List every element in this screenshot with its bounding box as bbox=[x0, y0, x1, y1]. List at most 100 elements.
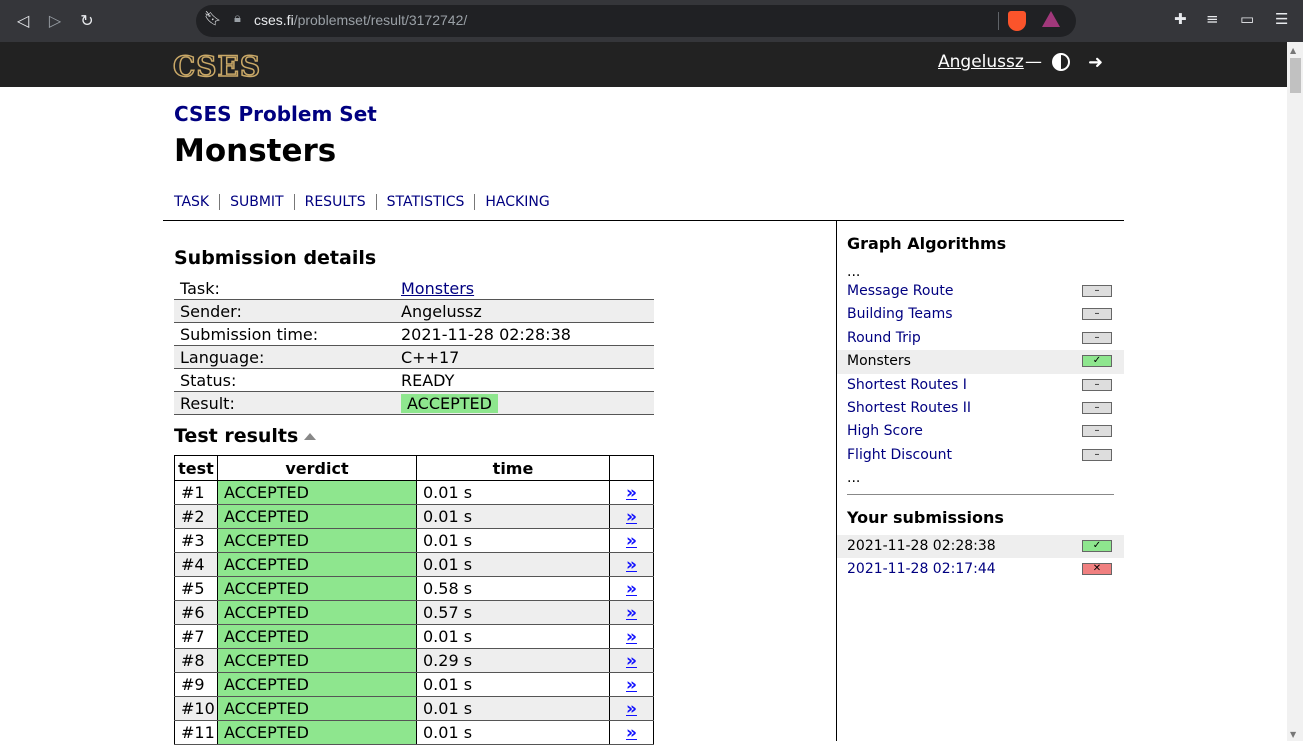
tab-statistics[interactable]: STATISTICS bbox=[387, 194, 465, 210]
chevron-right-icon[interactable]: » bbox=[626, 627, 637, 647]
submission-item[interactable]: 2021-11-28 02:17:44 ✕ bbox=[837, 558, 1124, 581]
media-icon[interactable]: ≡ bbox=[1206, 10, 1219, 28]
submission-link[interactable]: 2021-11-28 02:17:44 bbox=[847, 561, 996, 577]
chevron-right-icon[interactable]: » bbox=[626, 723, 637, 743]
scrollbar[interactable] bbox=[1287, 42, 1303, 741]
table-row: #2 ACCEPTED 0.01 s » bbox=[174, 504, 654, 529]
sidebar-problem-link[interactable]: Building Teams bbox=[847, 306, 953, 322]
test-verdict: ACCEPTED bbox=[217, 552, 417, 577]
sidebar-problem-item[interactable]: Shortest Routes II – bbox=[837, 397, 1124, 420]
test-time: 0.58 s bbox=[416, 576, 610, 601]
submission-link[interactable]: 2021-11-28 02:28:38 bbox=[847, 538, 996, 554]
address-bar[interactable]: 🔖︎ 🔒︎ cses.fi/problemset/result/3172742/ bbox=[196, 5, 1076, 37]
sidebar-problem-item[interactable]: Building Teams – bbox=[837, 303, 1124, 326]
tab-hacking[interactable]: HACKING bbox=[485, 194, 549, 210]
submission-item[interactable]: 2021-11-28 02:28:38 ✓ bbox=[837, 535, 1124, 559]
sidebar-problem-item[interactable]: Message Route – bbox=[837, 280, 1124, 303]
test-detail-link[interactable]: » bbox=[609, 624, 654, 649]
task-link[interactable]: Monsters bbox=[401, 279, 474, 298]
test-results-heading[interactable]: Test results bbox=[174, 425, 317, 447]
chevron-right-icon[interactable]: » bbox=[626, 699, 637, 719]
chevron-right-icon[interactable]: » bbox=[626, 579, 637, 599]
test-detail-link[interactable]: » bbox=[609, 696, 654, 721]
table-row: #4 ACCEPTED 0.01 s » bbox=[174, 552, 654, 577]
bookmark-icon[interactable]: 🔖︎ bbox=[204, 11, 222, 27]
chevron-right-icon[interactable]: » bbox=[626, 603, 637, 623]
sidebar-problem-link[interactable]: Round Trip bbox=[847, 330, 921, 346]
sidebar-problem-item[interactable]: Shortest Routes I – bbox=[837, 374, 1124, 397]
test-detail-link[interactable]: » bbox=[609, 600, 654, 625]
scroll-up-icon[interactable]: ▲ bbox=[1290, 46, 1296, 55]
tab-divider bbox=[219, 194, 221, 210]
collapse-arrow-icon[interactable] bbox=[304, 433, 317, 440]
chevron-right-icon[interactable]: » bbox=[626, 651, 637, 671]
test-detail-link[interactable]: » bbox=[609, 672, 654, 697]
sidebar-problem-item[interactable]: Round Trip – bbox=[837, 327, 1124, 350]
test-verdict: ACCEPTED bbox=[217, 696, 417, 721]
test-time: 0.01 s bbox=[416, 624, 610, 649]
scrollbar-thumb[interactable] bbox=[1290, 58, 1301, 93]
sidebar-problem-item[interactable]: Monsters ✓ bbox=[837, 350, 1124, 374]
test-number: #6 bbox=[174, 600, 218, 625]
test-verdict: ACCEPTED bbox=[217, 624, 417, 649]
detail-label: Status: bbox=[174, 368, 395, 392]
sidebar-problem-item[interactable]: High Score – bbox=[837, 420, 1124, 443]
url-text[interactable]: cses.fi/problemset/result/3172742/ bbox=[254, 12, 467, 28]
test-detail-link[interactable]: » bbox=[609, 528, 654, 553]
tab-task[interactable]: TASK bbox=[174, 194, 209, 210]
chevron-right-icon[interactable]: » bbox=[626, 531, 637, 551]
problem-title: Monsters bbox=[174, 133, 337, 169]
test-time: 0.01 s bbox=[416, 528, 610, 553]
logout-icon[interactable]: ➜ bbox=[1088, 52, 1103, 73]
test-results-table: test verdict time #1 ACCEPTED 0.01 s» #2 ACC… bbox=[174, 455, 654, 745]
wallet-icon[interactable]: ▭ bbox=[1240, 10, 1254, 28]
test-number: #1 bbox=[174, 480, 218, 505]
sidebar-problem-link[interactable]: Flight Discount bbox=[847, 447, 952, 463]
user-link[interactable]: Angelussz bbox=[938, 52, 1024, 72]
browser-toolbar: ◁ ▷ ↻ 🔖︎ 🔒︎ cses.fi/problemset/result/31… bbox=[0, 0, 1303, 42]
test-verdict: ACCEPTED bbox=[217, 504, 417, 529]
extensions-icon[interactable]: ✚ bbox=[1174, 10, 1187, 28]
sidebar-problem-link[interactable]: Message Route bbox=[847, 283, 953, 299]
content-divider bbox=[163, 220, 1124, 221]
sidebar-section-title: Graph Algorithms bbox=[847, 234, 1007, 253]
reload-icon[interactable]: ↻ bbox=[74, 8, 100, 34]
result-badge: ACCEPTED bbox=[401, 393, 498, 413]
test-detail-link[interactable]: » bbox=[609, 504, 654, 529]
sidebar-problem-item[interactable]: Flight Discount – bbox=[837, 444, 1124, 467]
test-number: #5 bbox=[174, 576, 218, 601]
test-detail-link[interactable]: » bbox=[609, 552, 654, 577]
test-results-title: Test results bbox=[174, 425, 299, 447]
brave-shields-icon[interactable] bbox=[1008, 11, 1026, 31]
forward-icon[interactable]: ▷ bbox=[42, 8, 68, 34]
sidebar-problem-link[interactable]: Shortest Routes II bbox=[847, 400, 971, 416]
sidebar-problem-link[interactable]: Monsters bbox=[847, 353, 911, 369]
chevron-right-icon[interactable]: » bbox=[626, 483, 637, 503]
theme-toggle-icon[interactable] bbox=[1052, 53, 1070, 71]
test-time: 0.01 s bbox=[416, 696, 610, 721]
column-header-link bbox=[609, 455, 654, 481]
test-detail-link[interactable]: » bbox=[609, 648, 654, 673]
chevron-right-icon[interactable]: » bbox=[626, 507, 637, 527]
test-detail-link[interactable]: » bbox=[609, 576, 654, 601]
sidebar-problem-link[interactable]: Shortest Routes I bbox=[847, 377, 967, 393]
problemset-title[interactable]: CSES Problem Set bbox=[174, 102, 377, 126]
back-icon[interactable]: ◁ bbox=[10, 8, 36, 34]
lock-icon[interactable]: 🔒︎ bbox=[234, 11, 241, 26]
cross-icon: ✕ bbox=[1082, 563, 1112, 576]
table-row: #10 ACCEPTED 0.01 s » bbox=[174, 696, 654, 721]
chevron-right-icon[interactable]: » bbox=[626, 675, 637, 695]
tab-results[interactable]: RESULTS bbox=[305, 194, 366, 210]
dash-icon: – bbox=[1082, 425, 1112, 438]
cses-logo[interactable]: CSES bbox=[172, 49, 261, 84]
scroll-down-icon[interactable]: ▼ bbox=[1290, 730, 1296, 739]
test-detail-link[interactable]: » bbox=[609, 480, 654, 505]
test-time: 0.01 s bbox=[416, 552, 610, 577]
tab-submit[interactable]: SUBMIT bbox=[230, 194, 284, 210]
detail-row-task: Task: Monsters bbox=[174, 277, 654, 300]
sidebar-problem-link[interactable]: High Score bbox=[847, 423, 923, 439]
chevron-right-icon[interactable]: » bbox=[626, 555, 637, 575]
menu-icon[interactable]: ☰ bbox=[1275, 10, 1288, 28]
brave-rewards-icon[interactable] bbox=[1042, 11, 1060, 27]
test-verdict: ACCEPTED bbox=[217, 480, 417, 505]
